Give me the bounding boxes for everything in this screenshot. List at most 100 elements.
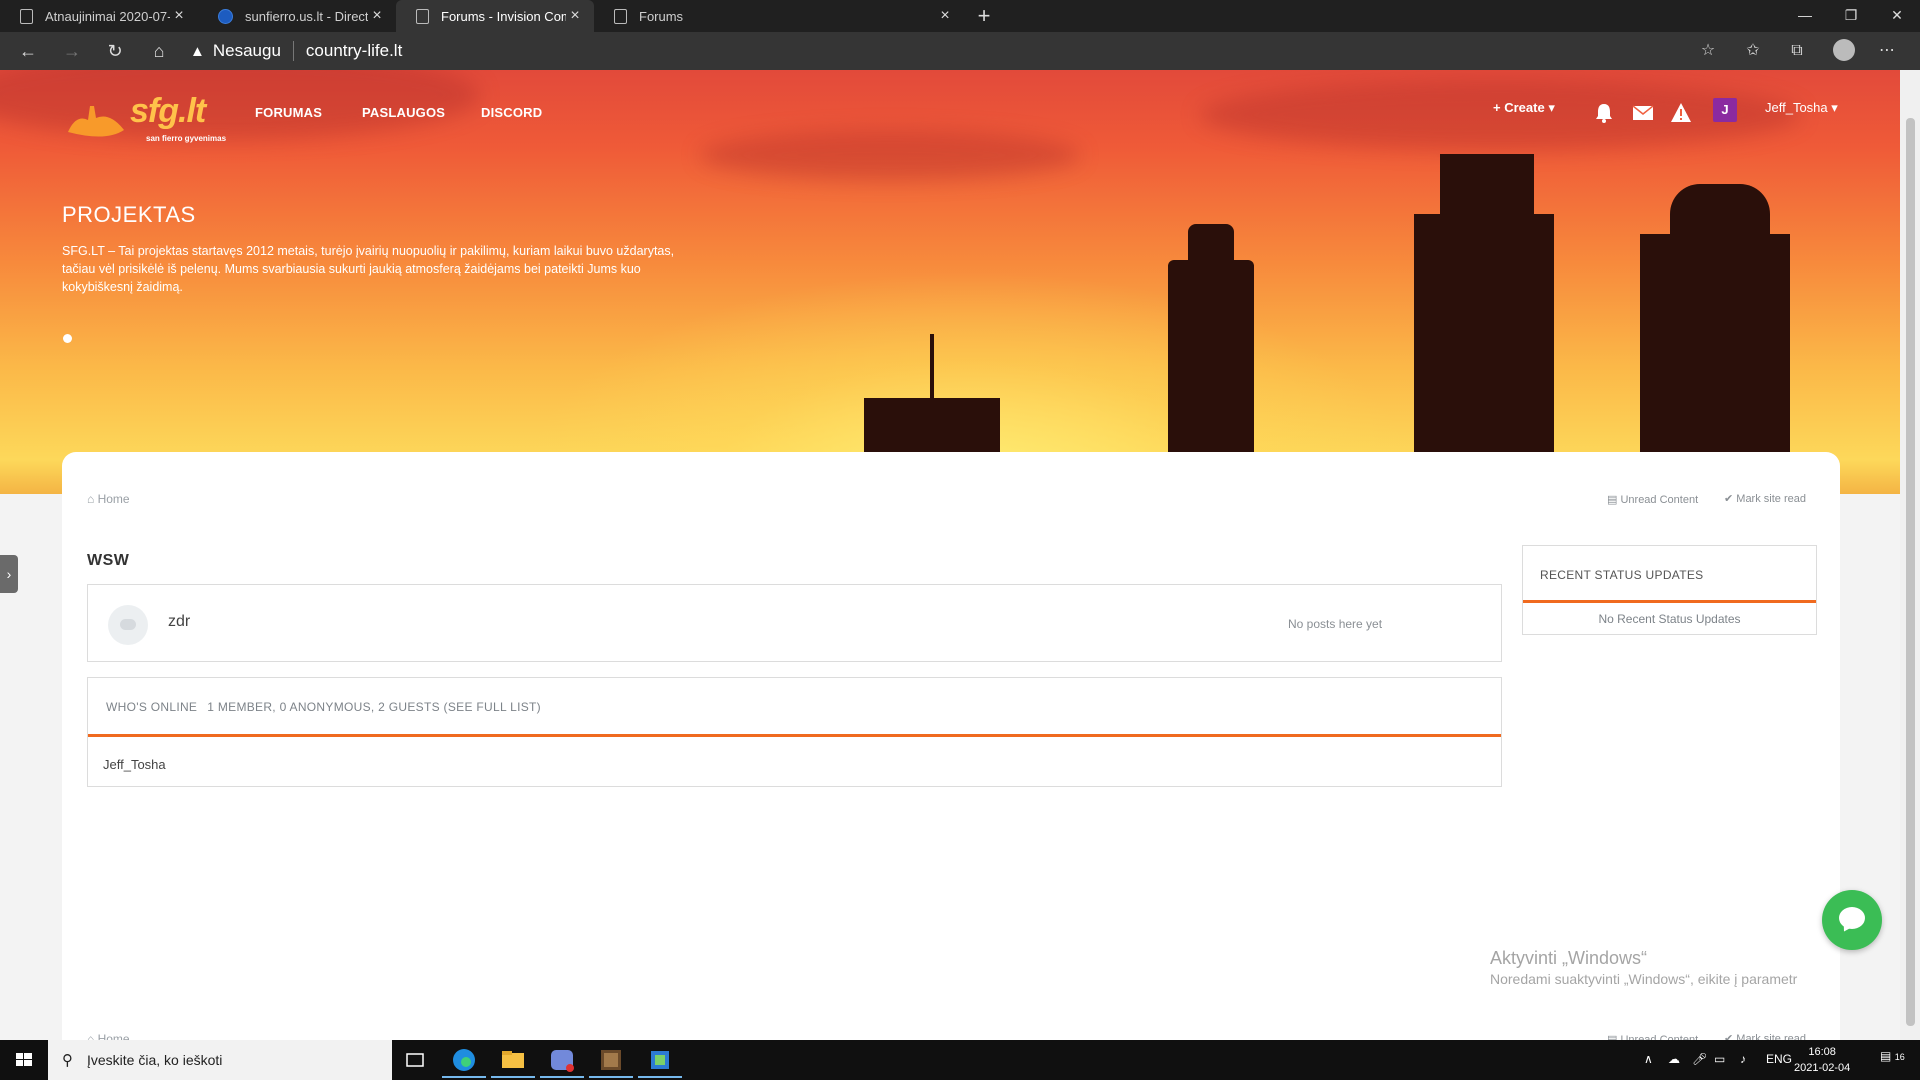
close-icon[interactable]: × [170,7,188,25]
back-icon[interactable]: ← [13,37,43,65]
tab-forums-invision[interactable]: Forums - Invision Community × [396,0,594,32]
mark-read-label: Mark site read [1736,1033,1806,1040]
site-logo[interactable]: sfg.lt san fierro gyvenimas [64,84,234,146]
caret-down-icon: ▾ [1831,100,1838,115]
page-icon [416,8,429,24]
forum-chat-icon [108,605,148,645]
watermark-title: Aktyvinti „Windows“ [1490,948,1648,968]
hero-title: PROJEKTAS [62,202,196,227]
slider-dot[interactable] [63,334,72,343]
microphone-icon[interactable]: 🎤︎ [1692,1052,1707,1066]
nav-discord[interactable]: DISCORD [481,105,542,120]
forward-icon[interactable]: → [57,37,87,65]
refresh-icon[interactable]: ↻ [100,37,130,65]
breadcrumb[interactable]: ⌂ Home [87,492,130,506]
restore-button[interactable]: ❐ [1828,0,1874,32]
cloud-shape [700,130,1080,180]
page-icon [614,8,627,24]
taskbar-clock[interactable]: 16:08 2021-02-04 [1794,1044,1850,1076]
browser-toolbar: ← → ↻ ⌂ ▲ Nesaugu country-life.lt ☆ ✩ ⧉ … [0,32,1920,70]
browser-tab-strip: Atnaujinimai 2020-07-01 - Atnau × sunfie… [0,0,1920,32]
chat-widget-button[interactable] [1822,890,1882,950]
network-icon[interactable]: ▭ [1714,1052,1725,1066]
forum-row[interactable]: zdr No posts here yet [87,584,1502,662]
notification-center-icon[interactable]: ▤ 16 [1880,1049,1905,1063]
tab-directadmin[interactable]: sunfierro.us.lt - DirectAdmin v1.6 × [198,0,396,32]
notification-icon: ▤ [1880,1049,1892,1063]
more-icon[interactable]: ⋯ [1872,37,1902,65]
unread-content-link[interactable]: ▤ Unread Content [1607,493,1698,506]
check-icon: ✔ [1724,1033,1734,1040]
user-avatar[interactable]: J [1713,98,1737,122]
forum-name[interactable]: zdr [168,613,190,631]
tray-chevron-icon[interactable]: ∧ [1644,1052,1653,1066]
page-scrollbar[interactable] [1900,70,1920,1040]
tab-forums[interactable]: Forums × [594,0,964,32]
new-tab-button[interactable]: + [970,2,998,30]
sidebar-toggle-button[interactable]: › [0,555,18,593]
watermark-text: Noredami suaktyvinti „Windows“, eikite į… [1490,971,1798,987]
forum-stats: No posts here yet [1288,617,1383,631]
breadcrumb-footer[interactable]: ⌂ Home [87,1032,130,1040]
language-indicator[interactable]: ENG [1766,1052,1792,1066]
collections-icon[interactable]: ⧉ [1782,37,1812,65]
category-title: WSW [87,552,130,569]
taskbar-search-input[interactable]: ⚲ Įveskite čia, ko ieškoti [48,1040,392,1080]
logo-tagline: san fierro gyvenimas [146,134,227,143]
favorite-add-icon[interactable]: ☆ [1693,37,1723,65]
bell-icon[interactable] [1593,102,1615,124]
windows-activation-watermark: Aktyvinti „Windows“ Noredami suaktyvinti… [1490,948,1797,987]
close-icon[interactable]: × [566,7,584,25]
task-view-icon[interactable] [393,1044,437,1078]
check-icon: ✔ [1724,493,1734,505]
user-menu[interactable]: Jeff_Tosha ▾ [1765,100,1838,116]
breadcrumb-home: Home [97,492,130,506]
breadcrumb-home: Home [97,1032,130,1040]
onedrive-cloud-icon[interactable]: ☁ [1668,1052,1680,1066]
file-explorer-icon[interactable] [491,1044,535,1078]
tab-title: Forums [639,8,684,24]
home-icon: ⌂ [87,492,95,506]
tab-title: Atnaujinimai 2020-07-01 - Atnau [45,8,170,24]
close-icon[interactable]: × [368,7,386,25]
mark-read-label: Mark site read [1736,493,1806,505]
installer-app-icon[interactable] [638,1044,682,1078]
discord-app-icon[interactable] [540,1044,584,1078]
mark-site-read-link[interactable]: ✔ Mark site read [1724,1032,1806,1040]
edge-browser-icon[interactable] [442,1044,486,1078]
nav-paslaugos[interactable]: PASLAUGOS [362,105,445,120]
minimize-button[interactable]: — [1782,0,1828,32]
mark-site-read-link[interactable]: ✔ Mark site read [1724,492,1806,505]
search-icon: ⚲ [62,1052,73,1069]
tab-title: Forums - Invision Community [441,8,566,24]
tower-silhouette [1440,154,1534,494]
skyline-logo-icon [68,106,124,137]
close-window-button[interactable]: ✕ [1874,0,1920,32]
logo-text: sfg.lt [130,92,206,130]
close-icon[interactable]: × [936,7,954,25]
site-favicon-icon [218,8,233,24]
warning-icon[interactable] [1670,102,1692,124]
tab-title: sunfierro.us.lt - DirectAdmin v1.6 [245,8,368,24]
whos-online-heading: WHO'S ONLINE 1 MEMBER, 0 ANONYMOUS, 2 GUE… [106,700,541,714]
online-count[interactable]: 1 MEMBER, 0 ANONYMOUS, 2 GUESTS (SEE FUL… [207,700,541,714]
volume-icon[interactable]: ♪ [1740,1052,1746,1066]
address-bar[interactable]: ▲ Nesaugu country-life.lt [190,35,1710,67]
caret-down-icon: ▾ [1548,100,1555,115]
game-app-icon[interactable] [589,1044,633,1078]
unread-content-link[interactable]: ▤ Unread Content [1607,1033,1698,1040]
whos-online-label: WHO'S ONLINE [106,700,198,714]
windows-start-icon[interactable] [0,1040,48,1080]
envelope-icon[interactable] [1632,102,1654,124]
favorites-icon[interactable]: ✩ [1738,37,1768,65]
profile-avatar[interactable] [1833,39,1855,61]
create-menu[interactable]: + Create ▾ [1493,100,1555,116]
scrollbar-thumb[interactable] [1906,118,1915,1026]
home-icon[interactable]: ⌂ [144,37,174,65]
clock-date: 2021-02-04 [1794,1062,1851,1074]
create-label: Create [1504,100,1545,115]
nav-forumas[interactable]: FORUMAS [255,105,322,120]
online-user-link[interactable]: Jeff_Tosha [103,757,166,772]
newspaper-icon: ▤ [1607,494,1618,506]
tab-atnaujinimai[interactable]: Atnaujinimai 2020-07-01 - Atnau × [0,0,198,32]
